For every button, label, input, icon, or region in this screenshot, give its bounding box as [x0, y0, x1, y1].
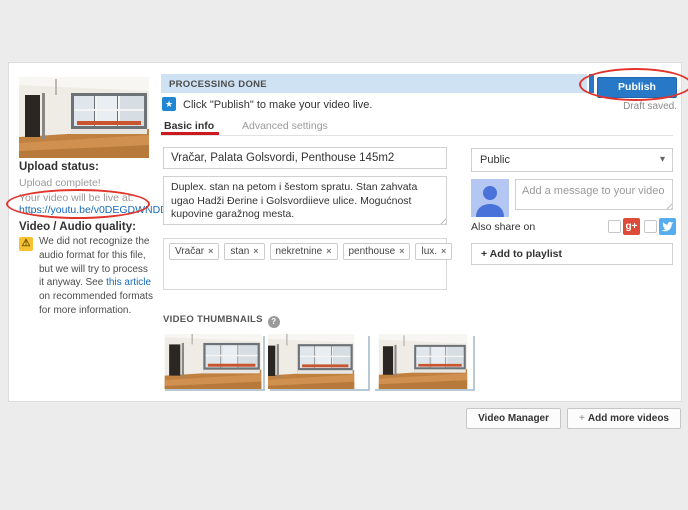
quality-warning-text: We did not recognize the audio format fo…	[39, 235, 155, 318]
title-input[interactable]	[163, 147, 447, 169]
publish-button[interactable]: Publish	[597, 77, 677, 98]
video-manager-button[interactable]: Video Manager	[466, 408, 561, 429]
tag-label: nekretnine	[276, 246, 323, 257]
add-more-videos-label: Add more videos	[588, 413, 669, 424]
tag-label: lux.	[421, 246, 437, 257]
thumbnail-option-3[interactable]	[373, 334, 473, 389]
upload-complete-text: Upload complete!	[19, 177, 101, 189]
tag-label: stan	[230, 246, 249, 257]
upload-card: Upload status: Upload complete! Your vid…	[8, 62, 682, 402]
remove-tag-icon[interactable]: ×	[441, 246, 446, 256]
tag-label: penthouse	[349, 246, 396, 257]
footer-actions: Video Manager +Add more videos	[466, 408, 681, 429]
message-wrap	[515, 179, 673, 210]
warning-icon: ⚠	[19, 237, 33, 251]
tag-chip[interactable]: nekretnine×	[270, 243, 338, 260]
avatar	[471, 179, 509, 217]
thumbnail-image-1	[163, 334, 263, 389]
remove-tag-icon[interactable]: ×	[253, 246, 258, 256]
tag-label: Vračar	[175, 246, 204, 257]
visibility-dropdown[interactable]: Public ▾	[471, 148, 673, 172]
processing-status-text: PROCESSING DONE	[169, 79, 267, 90]
tab-separator	[161, 135, 673, 136]
description-wrap: Duplex. stan na petom i šestom spratu. S…	[163, 176, 447, 225]
chevron-down-icon: ▾	[660, 149, 665, 171]
tag-chip[interactable]: stan ×	[224, 243, 264, 260]
thumbnail-image-2	[268, 334, 368, 389]
thumbnail-option-1[interactable]	[163, 334, 263, 389]
help-icon[interactable]: ?	[268, 316, 280, 328]
video-preview-thumbnail	[19, 77, 149, 158]
publish-tip-text: Click "Publish" to make your video live.	[183, 99, 372, 111]
tab-advanced-settings[interactable]: Advanced settings	[242, 120, 328, 132]
thumbnail-image-3	[373, 334, 473, 389]
video-url-link[interactable]: https://youtu.be/v0DEGDWNDDs	[19, 204, 173, 216]
quality-heading: Video / Audio quality:	[19, 221, 136, 233]
plus-icon: +	[579, 413, 585, 424]
live-at-label: Your video will be live at:	[19, 192, 134, 204]
apartment-photo	[19, 77, 149, 158]
upload-page: Upload status: Upload complete! Your vid…	[0, 0, 688, 510]
tag-chip[interactable]: penthouse×	[343, 243, 411, 260]
upload-status-heading: Upload status:	[19, 161, 99, 173]
warning-text-post: on recommended formats for more informat…	[39, 291, 153, 316]
star-icon: ★	[162, 97, 176, 111]
share-gplus-checkbox[interactable]	[608, 220, 621, 233]
gplus-icon[interactable]: g+	[623, 218, 640, 235]
progress-bar-end-marker	[589, 74, 594, 93]
draft-saved-text: Draft saved.	[577, 101, 677, 112]
message-input[interactable]	[515, 179, 673, 210]
also-share-label: Also share on	[471, 221, 535, 233]
video-thumbnails-label: VIDEO THUMBNAILS	[163, 314, 263, 325]
video-thumbnails-heading: VIDEO THUMBNAILS?	[163, 314, 280, 328]
thumbnail-option-2[interactable]	[268, 334, 368, 389]
add-to-playlist-button[interactable]: + Add to playlist	[471, 243, 673, 265]
tab-basic-info[interactable]: Basic info	[164, 120, 214, 132]
tag-chip[interactable]: lux. ×	[415, 243, 452, 260]
description-textarea[interactable]: Duplex. stan na petom i šestom spratu. S…	[163, 176, 447, 225]
remove-tag-icon[interactable]: ×	[326, 246, 331, 256]
remove-tag-icon[interactable]: ×	[399, 246, 404, 256]
this-article-link[interactable]: this article	[106, 277, 151, 288]
visibility-selected-value: Public	[480, 154, 510, 166]
add-more-videos-button[interactable]: +Add more videos	[567, 408, 681, 429]
tags-input-box[interactable]: Vračar× stan× nekretnine× penthouse× lux…	[163, 238, 447, 290]
twitter-icon[interactable]	[659, 218, 676, 235]
processing-progress-bar: PROCESSING DONE	[161, 74, 587, 93]
share-twitter-checkbox[interactable]	[644, 220, 657, 233]
tag-chip[interactable]: Vračar ×	[169, 243, 219, 260]
remove-tag-icon[interactable]: ×	[208, 246, 213, 256]
person-icon	[471, 179, 509, 217]
